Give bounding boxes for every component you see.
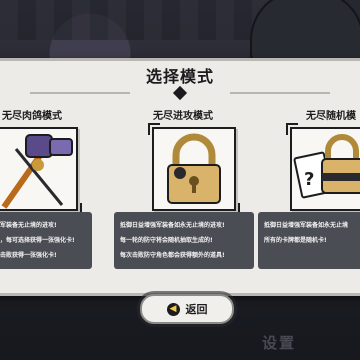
desc-line: 军装备无止境的进攻! [0,222,57,229]
mode-desc-random: 抵御日益增强军装备如永无止境 所有的卡牌都是随机卡! [258,212,360,269]
svg-text:?: ? [304,169,314,190]
mode-card-title-random: 无尽随机模 [306,111,356,122]
mode-card-title-roguelike: 无尽肉鸽模式 [2,111,62,122]
back-arrow-icon: ◀ [166,302,180,316]
frame-corner [286,123,298,135]
hammer-weapon-icon [1,134,73,209]
gold-padlock-icon [167,133,221,204]
mode-card-random[interactable]: ? [286,123,360,211]
back-button[interactable]: ◀ 返回 [140,294,234,324]
desc-line: 所有的卡牌都是随机卡! [264,237,327,244]
desc-line: 每一轮的防守将会随机抽取生成的! [120,237,213,244]
modal-title: 选择模式 [145,67,214,86]
desc-line: 抵御日益增强军装备如永无止境的进攻! [120,222,225,229]
mode-card-title-assault: 无尽进攻模式 [153,111,213,122]
back-button-label: 返回 [185,303,208,316]
mode-card-roguelike[interactable] [0,127,82,215]
desc-line: ，每可选择获得一张强化卡! [0,237,75,244]
random-cards-padlock-icon: ? [293,134,360,199]
desc-line: 抵御日益增强军装备如永无止境 [264,222,349,229]
desc-line: 击败获得一张强化卡! [0,252,57,259]
mode-card-assault[interactable] [148,123,240,215]
title-divider-right [230,92,330,94]
mode-desc-roguelike: 军装备无止境的进攻! ，每可选择获得一张强化卡! 击败获得一张强化卡! [0,212,92,269]
title-divider-left [30,92,130,94]
frame-corner [148,123,160,135]
desc-line: 每次击败防守角色都会获得额外的道具! [120,252,225,259]
mode-desc-assault: 抵御日益增强军装备如永无止境的进攻! 每一轮的防守将会随机抽取生成的! 每次击败… [114,212,254,269]
